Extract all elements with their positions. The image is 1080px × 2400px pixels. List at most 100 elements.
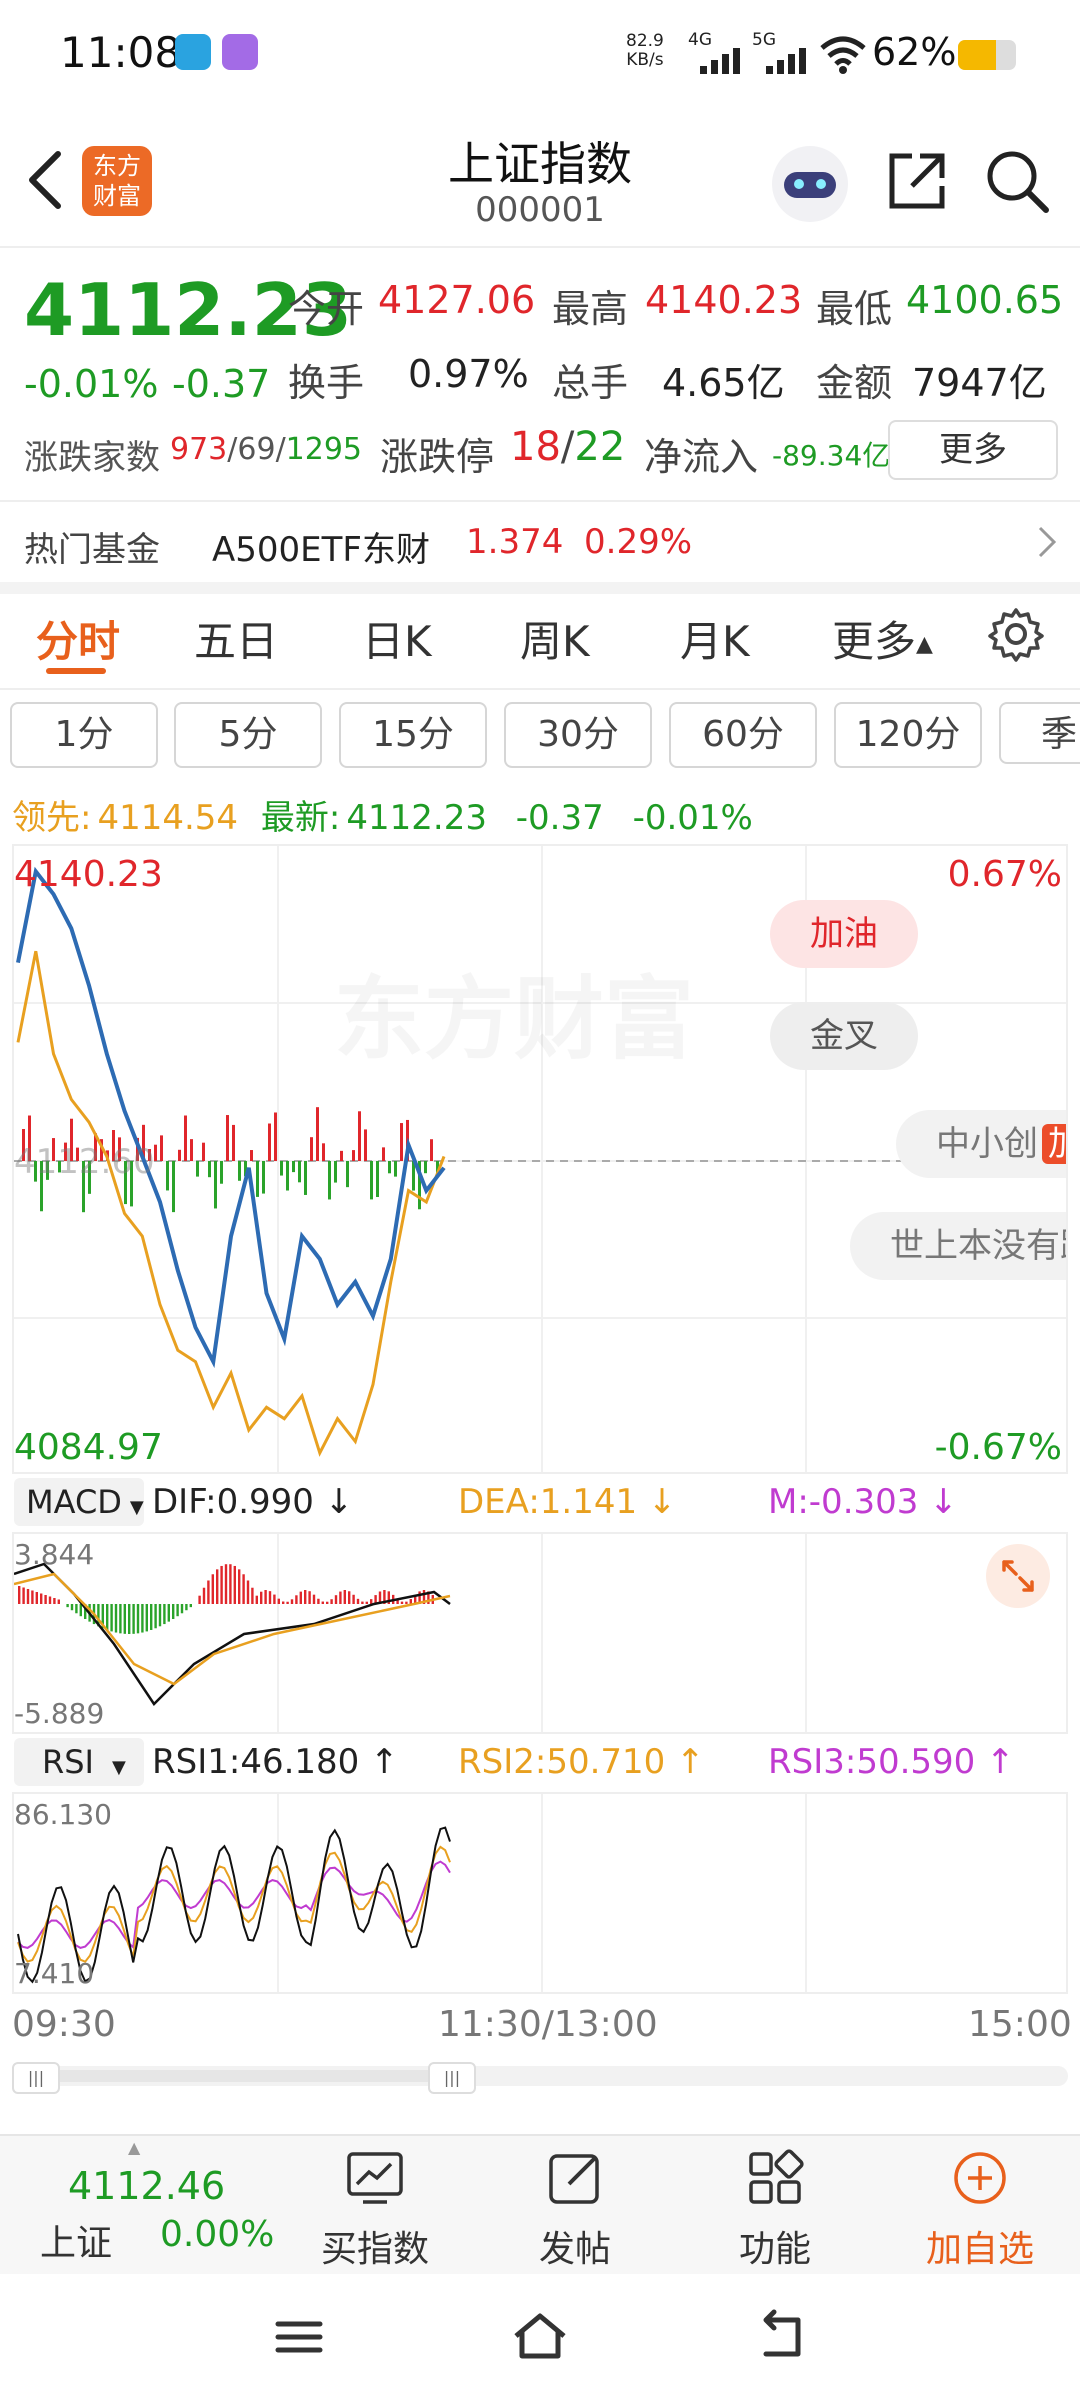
macd-bar <box>330 1599 333 1604</box>
macd-bar <box>229 1564 232 1604</box>
macd-bar <box>264 1590 267 1604</box>
back-nav-icon[interactable] <box>752 2306 812 2366</box>
hot-fund-row[interactable]: 热门基金 A500ETF东财 1.374 0.29% <box>0 502 1080 582</box>
share-icon[interactable] <box>884 148 950 214</box>
period-30min[interactable]: 30分 <box>504 702 652 768</box>
bubble-zhongxiaochuang[interactable]: 中小创加 <box>896 1110 1066 1178</box>
rsi-chart[interactable]: 86.130 7.410 <box>12 1792 1068 1994</box>
tab-five-day[interactable]: 五日 <box>194 608 278 669</box>
settings-gear-icon[interactable] <box>988 606 1044 662</box>
macd-bar <box>123 1604 126 1634</box>
low-value: 4100.65 <box>906 278 1064 322</box>
index-ticker[interactable]: ▲ 4112.46 上证 0.00% <box>0 2134 280 2274</box>
signal-bars-icon <box>766 48 808 74</box>
macd-bar <box>251 1587 254 1604</box>
chart-watermark: 东方财富 <box>334 946 694 1076</box>
volume-bar <box>184 1115 187 1161</box>
macd-bar <box>141 1604 144 1633</box>
volume-bar <box>220 1161 223 1184</box>
caret-up-icon: ▲ <box>916 632 933 657</box>
change-value: -0.37 <box>172 362 271 406</box>
volume-bar <box>196 1161 199 1177</box>
macd-bar <box>220 1565 223 1604</box>
macd-bar <box>128 1604 131 1634</box>
macd-selector[interactable]: MACD ▼ <box>14 1478 144 1526</box>
tab-weekly-k[interactable]: 周K <box>520 608 590 669</box>
tabs-divider <box>0 688 1080 690</box>
volume-bar <box>292 1161 295 1173</box>
tab-more[interactable]: 更多▲ <box>832 608 933 669</box>
macd-dea: DEA:1.141 ↓ <box>458 1482 677 1522</box>
search-icon[interactable] <box>984 148 1050 214</box>
rsi2-value: RSI2:50.710 ↑ <box>458 1742 705 1782</box>
macd-bar <box>216 1569 219 1604</box>
macd-bar <box>136 1604 140 1634</box>
tab-timeshare[interactable]: 分时 <box>36 608 120 669</box>
macd-bar <box>172 1604 175 1619</box>
macd-bar <box>154 1604 157 1629</box>
range-handle-left[interactable]: ||| <box>12 2062 60 2094</box>
macd-bar <box>312 1594 316 1604</box>
header-divider <box>0 246 1080 248</box>
volume-bar <box>340 1150 343 1161</box>
rsi-min: 7.410 <box>14 1957 95 1990</box>
macd-chart[interactable]: 3.844 -5.889 <box>12 1532 1068 1734</box>
bubble-badge: 加 <box>1042 1124 1066 1164</box>
index-pct: 0.00% <box>160 2214 275 2255</box>
edit-icon <box>549 2154 599 2204</box>
macd-bar <box>26 1589 30 1604</box>
add-watchlist-button[interactable]: 加自选 <box>900 2138 1060 2270</box>
more-quote-button[interactable]: 更多 <box>888 420 1058 480</box>
macd-bar <box>317 1598 320 1604</box>
volume-bar <box>160 1135 163 1161</box>
period-5min[interactable]: 5分 <box>174 702 322 768</box>
volume-bar <box>424 1161 427 1174</box>
bubble-jincha[interactable]: 金叉 <box>770 1002 918 1070</box>
functions-button[interactable]: 功能 <box>695 2138 855 2270</box>
rsi-selector[interactable]: RSI ▼ <box>14 1738 144 1786</box>
volume-bar <box>250 1150 253 1161</box>
intraday-chart[interactable]: 东方财富 4140.23 0.67% 4084.97 -0.67% 4112.6… <box>12 844 1068 1474</box>
tab-daily-k[interactable]: 日K <box>362 608 432 669</box>
index-value: 4112.46 <box>68 2164 226 2208</box>
macd-bar <box>339 1591 342 1604</box>
telegram-icon <box>175 34 211 70</box>
plus-circle-icon <box>954 2152 1006 2204</box>
advance-decline-label: 涨跌家数 <box>24 438 160 478</box>
bubble-comment[interactable]: 世上本没有路 <box>850 1212 1066 1280</box>
dropdown-caret-icon: ▼ <box>129 1497 144 1518</box>
macd-bar <box>290 1599 294 1604</box>
ai-assistant-icon[interactable] <box>772 146 848 222</box>
macd-bar <box>295 1595 298 1604</box>
tab-active-underline <box>46 668 106 674</box>
chart-min-pct: -0.67% <box>934 1427 1062 1468</box>
tab-monthly-k[interactable]: 月K <box>680 608 750 669</box>
macd-bar <box>132 1604 135 1634</box>
volume-bar <box>286 1161 289 1191</box>
post-button[interactable]: 发帖 <box>495 2138 655 2270</box>
macd-min: -5.889 <box>14 1697 105 1730</box>
macd-bar <box>163 1604 166 1625</box>
expand-icon[interactable] <box>986 1544 1050 1608</box>
range-handle-right[interactable]: ||| <box>428 2062 476 2094</box>
home-icon[interactable] <box>510 2306 570 2366</box>
add-watchlist-label: 加自选 <box>925 2229 1034 2270</box>
functions-label: 功能 <box>738 2229 811 2270</box>
netflow-label: 净流入 <box>644 435 759 479</box>
macd-bar <box>321 1601 324 1604</box>
menu-icon[interactable] <box>272 2310 326 2364</box>
period-120min[interactable]: 120分 <box>834 702 982 768</box>
period-quarter[interactable]: 季 <box>999 702 1080 764</box>
period-1min[interactable]: 1分 <box>10 702 158 768</box>
bubble-jiayou[interactable]: 加油 <box>770 900 918 968</box>
buy-index-button[interactable]: 买指数 <box>295 2138 455 2270</box>
period-60min[interactable]: 60分 <box>669 702 817 768</box>
period-15min[interactable]: 15分 <box>339 702 487 768</box>
high-value: 4140.23 <box>645 278 803 322</box>
net-speed-unit: KB/s <box>626 50 664 70</box>
volume-bar <box>364 1129 367 1161</box>
signal-5g-label: 5G <box>752 30 776 50</box>
volume-bar <box>172 1161 175 1213</box>
volume-bar <box>322 1143 325 1161</box>
macd-dif: DIF:0.990 ↓ <box>152 1482 354 1522</box>
